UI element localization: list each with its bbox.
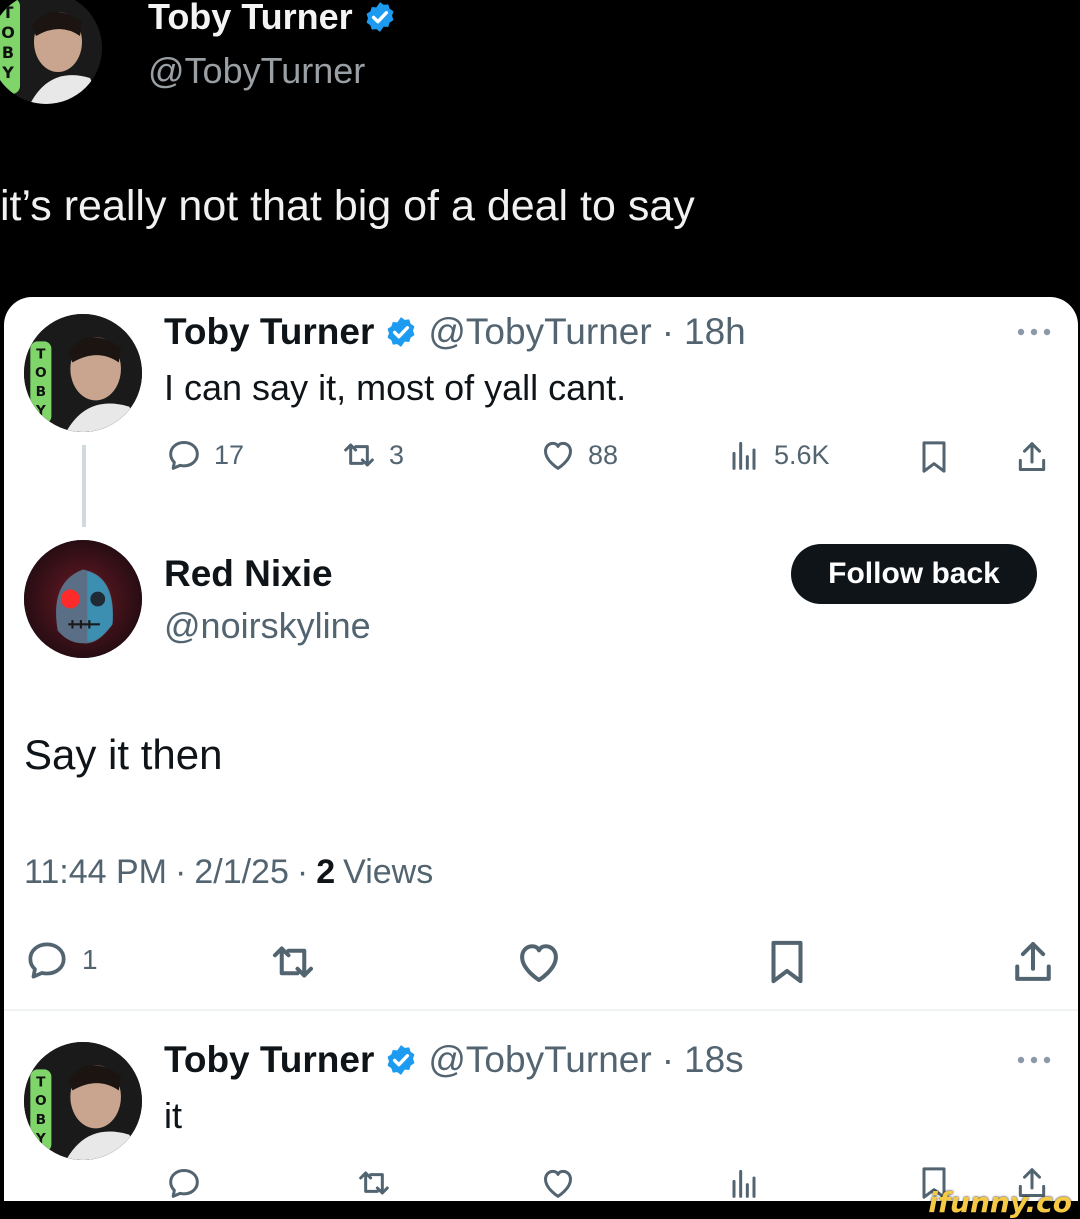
retweet-icon[interactable]: [354, 1163, 394, 1201]
bookmark-icon[interactable]: [760, 935, 814, 989]
svg-text:B: B: [36, 1112, 46, 1128]
reply-dot-separator: ·: [175, 853, 187, 891]
outer-author-name[interactable]: Toby Turner: [148, 0, 397, 38]
bookmark-icon[interactable]: [914, 437, 954, 477]
reply-author-name[interactable]: Red Nixie: [164, 553, 333, 595]
reply-time[interactable]: 11:44 PM: [24, 853, 167, 892]
svg-text:T: T: [36, 1074, 46, 1090]
tweet1-author-handle[interactable]: @TobyTurner: [428, 311, 651, 353]
svg-text:B: B: [36, 384, 46, 400]
tweet1-dot-separator: ·: [661, 311, 675, 352]
svg-text:B: B: [2, 43, 14, 62]
heart-icon[interactable]: [512, 935, 566, 989]
reply-views-label: Views: [343, 853, 434, 891]
verified-badge-icon: [387, 317, 415, 347]
retweet-icon[interactable]: [266, 935, 320, 989]
share-icon[interactable]: [1012, 437, 1052, 477]
tweet1-timestamp[interactable]: 18h: [684, 311, 746, 353]
ifunny-watermark: ifunny.co: [928, 1186, 1072, 1219]
outer-tweet-text: it’s really not that big of a deal to sa…: [0, 182, 695, 230]
reply-author-handle[interactable]: @noirskyline: [164, 605, 371, 647]
svg-text:O: O: [35, 365, 47, 381]
svg-text:T: T: [36, 346, 46, 362]
share-icon[interactable]: [1006, 935, 1060, 989]
tweet-divider: [4, 1009, 1078, 1011]
reply-dot-separator: ·: [296, 853, 309, 891]
follow-back-button[interactable]: Follow back: [791, 544, 1037, 604]
svg-text:Y: Y: [1, 63, 14, 82]
thread-connector-line: [82, 445, 86, 527]
tweet2-avatar[interactable]: T O B Y: [24, 1042, 142, 1160]
tweet2-author-name[interactable]: Toby Turner: [164, 1039, 374, 1081]
bottom-black-bar: [0, 1201, 1080, 1219]
reply-icon[interactable]: [164, 1163, 204, 1201]
tweet1-header: Toby Turner @TobyTurner · 18h: [164, 311, 746, 353]
reply-icon: [28, 942, 66, 979]
quoted-thread-card[interactable]: T O B Y Toby Turner @TobyTurner · 18h I …: [4, 297, 1078, 1201]
outer-avatar[interactable]: T O B Y: [0, 0, 102, 104]
svg-text:Y: Y: [35, 403, 47, 419]
tweet1-retweet-count: 3: [389, 439, 405, 470]
reply-meta: 11:44 PM · 2/1/25 · 2 Views: [24, 853, 433, 892]
svg-text:T: T: [3, 3, 14, 22]
retweet-icon: [344, 443, 374, 467]
tweet2-header: Toby Turner @TobyTurner · 18s: [164, 1039, 744, 1081]
reply-avatar[interactable]: [24, 540, 142, 658]
reply-reply-count: 1: [82, 944, 98, 975]
outer-author-name-text: Toby Turner: [148, 0, 353, 37]
verified-badge-icon: [387, 1045, 415, 1075]
tweet2-author-handle[interactable]: @TobyTurner: [428, 1039, 651, 1081]
tweet1-reply-count: 17: [214, 439, 245, 470]
tweet2-timestamp[interactable]: 18s: [684, 1039, 744, 1081]
heart-icon: [544, 441, 572, 470]
views-chart-icon[interactable]: [724, 1163, 764, 1201]
outer-author-handle[interactable]: @TobyTurner: [148, 50, 365, 92]
svg-text:Y: Y: [35, 1131, 47, 1147]
tweet1-like-button[interactable]: 88: [538, 435, 618, 475]
tweet2-text: it: [164, 1095, 182, 1136]
svg-text:O: O: [1, 23, 15, 42]
more-options-icon[interactable]: [1016, 327, 1052, 337]
svg-text:O: O: [35, 1093, 47, 1109]
heart-icon[interactable]: [538, 1163, 578, 1201]
tweet1-like-count: 88: [588, 439, 619, 470]
tweet1-reply-button[interactable]: 17: [164, 435, 244, 475]
views-chart-icon: [732, 441, 756, 470]
verified-badge-icon: [366, 2, 394, 32]
tweet2-dot-separator: ·: [661, 1039, 675, 1080]
tweet1-views-button[interactable]: 5.6K: [724, 435, 830, 475]
tweet1-retweet-button[interactable]: 3: [339, 435, 404, 475]
reply-views-count: 2: [316, 853, 336, 891]
reply-date[interactable]: 2/1/25: [194, 853, 289, 892]
reply-text: Say it then: [24, 731, 223, 778]
reply-icon: [169, 441, 199, 470]
tweet1-views-count: 5.6K: [774, 439, 830, 470]
reply-reply-button[interactable]: 1: [22, 935, 98, 985]
tweet1-text: I can say it, most of yall cant.: [164, 367, 627, 408]
tweet1-avatar[interactable]: T O B Y: [24, 314, 142, 432]
more-options-icon[interactable]: [1016, 1055, 1052, 1065]
tweet1-author-name[interactable]: Toby Turner: [164, 311, 374, 353]
